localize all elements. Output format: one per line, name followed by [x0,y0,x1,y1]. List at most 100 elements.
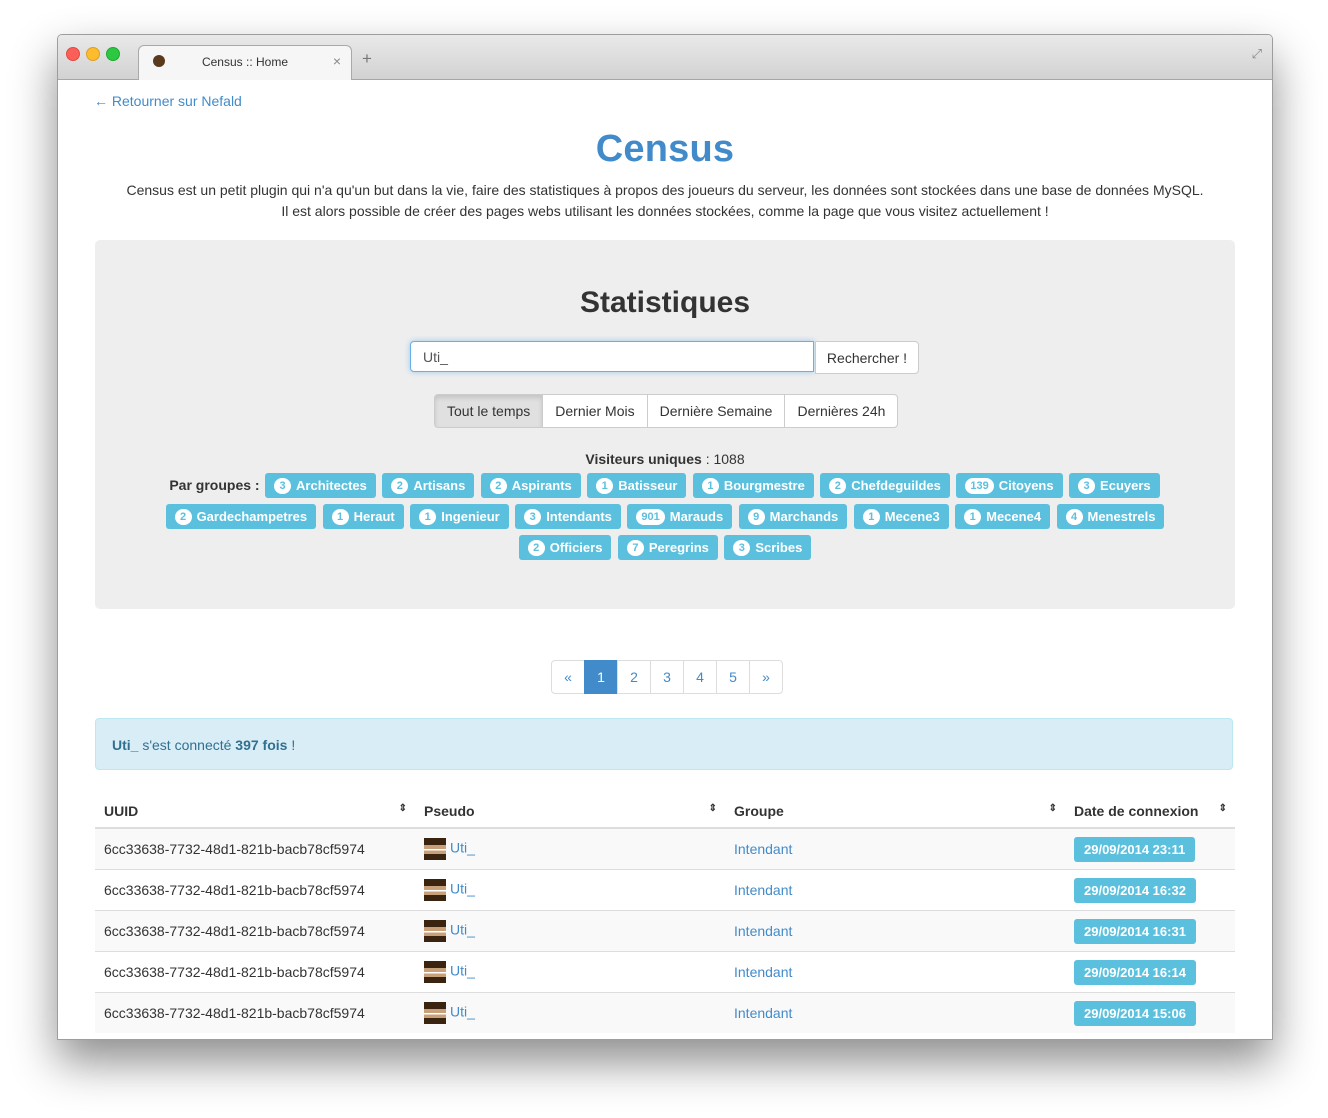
date-label: 29/09/2014 15:06 [1074,1000,1196,1026]
group-tag[interactable]: 1 Heraut [322,504,404,530]
group-link[interactable]: Intendant [734,923,792,939]
pagination-page[interactable]: 2 [617,660,651,694]
group-tag[interactable]: 9 Marchands [738,504,848,530]
group-tag[interactable]: 2 Chefdeguildes [820,473,950,499]
group-tag[interactable]: 3 Ecuyers [1069,473,1160,499]
date-label: 29/09/2014 16:14 [1074,959,1196,985]
period-button[interactable]: Dernières 24h [784,394,899,428]
group-tag[interactable]: 4 Menestrels [1056,504,1165,530]
group-name: Aspirants [511,478,572,494]
pseudo-link[interactable]: Uti_ [450,922,475,938]
group-count-badge: 3 [733,540,751,557]
tab-title: Census :: Home [201,55,289,69]
group-tag[interactable]: 2 Officiers [518,535,612,561]
back-link[interactable]: ← Retourner sur Nefald [94,93,242,109]
group-link[interactable]: Intendant [734,841,792,857]
zoom-window-button[interactable] [106,47,120,61]
period-button[interactable]: Dernier Mois [542,394,648,428]
group-tag[interactable]: 1 Bourgmestre [692,473,814,499]
pagination-page[interactable]: 4 [683,660,717,694]
group-count-badge: 1 [701,478,719,495]
column-header-label: Groupe [734,803,784,819]
pagination-page[interactable]: 1 [584,660,618,694]
group-tag[interactable]: 1 Ingenieur [410,504,509,530]
group-tag[interactable]: 2 Artisans [382,473,475,499]
group-link[interactable]: Intendant [734,882,792,898]
player-avatar-icon [424,879,446,901]
group-name: Artisans [413,478,466,494]
unique-visitors: Visiteurs uniques : 1088 [95,451,1235,467]
sort-icon[interactable]: ⇕ [399,803,407,814]
group-tag[interactable]: 7 Peregrins [617,535,718,561]
connection-alert: Uti_ s'est connecté 397 fois ! [95,718,1233,770]
pagination-page[interactable]: 5 [716,660,750,694]
intro-line-1: Census est un petit plugin qui n'a qu'un… [126,182,1204,198]
group-tag[interactable]: 2 Gardechampetres [165,504,317,530]
fullscreen-icon[interactable]: ⤢ [1252,46,1262,62]
alert-end: ! [287,737,296,753]
group-name: Marchands [769,509,839,525]
minimize-window-button[interactable] [86,47,100,61]
group-count-badge: 7 [626,540,644,557]
column-header[interactable]: UUID ⇕ [95,795,415,829]
browser-tab[interactable]: Census :: Home × [138,45,352,81]
sort-icon[interactable]: ⇕ [1049,803,1057,814]
group-tag[interactable]: 901 Marauds [627,504,733,530]
group-tag[interactable]: 1 Batisseur [587,473,687,499]
pagination-next[interactable]: » [749,660,783,694]
date-label: 29/09/2014 16:32 [1074,877,1196,903]
column-header[interactable]: Groupe ⇕ [725,795,1065,829]
group-tag[interactable]: 3 Architectes [265,473,376,499]
group-count-badge: 3 [274,478,292,495]
group-tag[interactable]: 3 Scribes [724,535,812,561]
tab-close-icon[interactable]: × [333,53,341,69]
pseudo-link[interactable]: Uti_ [450,881,475,897]
uuid-cell: 6cc33638-7732-48d1-821b-bacb78cf5974 [95,910,415,952]
alert-middle: s'est connecté [138,737,236,753]
group-count-badge: 139 [965,478,994,495]
group-link[interactable]: Intendant [734,964,792,980]
uuid-cell: 6cc33638-7732-48d1-821b-bacb78cf5974 [95,951,415,993]
group-tag[interactable]: 2 Aspirants [480,473,581,499]
pseudo-link[interactable]: Uti_ [450,1004,475,1020]
pagination-page[interactable]: 3 [650,660,684,694]
sort-icon[interactable]: ⇕ [1219,803,1227,814]
group-name: Citoyens [998,478,1054,494]
date-label: 29/09/2014 16:31 [1074,918,1196,944]
group-tag[interactable]: 1 Mecene4 [955,504,1051,530]
group-name: Marauds [669,509,724,525]
sort-icon[interactable]: ⇕ [709,803,717,814]
period-selector: Tout le temps Dernier Mois Dernière Semain… [434,394,899,428]
pseudo-link[interactable]: Uti_ [450,840,475,856]
group-count-badge: 4 [1065,509,1083,526]
column-header-label: Pseudo [424,803,475,819]
column-header[interactable]: Date de connexion ⇕ [1065,795,1235,829]
group-name: Ecuyers [1100,478,1151,494]
new-tab-button[interactable]: + [362,49,372,69]
pseudo-link[interactable]: Uti_ [450,963,475,979]
period-button[interactable]: Tout le temps [434,394,544,428]
group-count-badge: 9 [747,509,765,526]
search-input[interactable] [410,341,814,372]
group-count-badge: 1 [862,509,880,526]
player-avatar-icon [424,961,446,983]
pagination-prev[interactable]: « [551,660,585,694]
period-button[interactable]: Dernière Semaine [646,394,786,428]
group-tag[interactable]: 1 Mecene3 [853,504,949,530]
intro-text: Census est un petit plugin qui n'a qu'un… [58,180,1272,222]
group-name: Officiers [549,540,603,556]
group-link[interactable]: Intendant [734,1005,792,1021]
group-name: Bourgmestre [723,478,805,494]
group-cell: Intendant [725,869,1065,911]
group-name: Mecene4 [986,509,1042,525]
group-tag[interactable]: 139 Citoyens [956,473,1063,499]
group-count-badge: 1 [419,509,437,526]
page-content: ← Retourner sur Nefald Census Census est… [58,80,1272,1039]
close-window-button[interactable] [66,47,80,61]
search-button[interactable]: Rechercher ! [815,341,919,374]
group-name: Ingenieur [441,509,500,525]
group-count-badge: 1 [596,478,614,495]
group-tag[interactable]: 3 Intendants [515,504,621,530]
group-count-badge: 3 [1078,478,1096,495]
column-header[interactable]: Pseudo ⇕ [415,795,725,829]
